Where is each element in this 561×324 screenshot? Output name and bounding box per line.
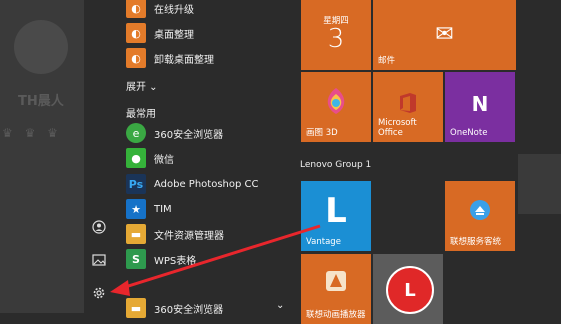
red-annotation-arrow <box>110 224 321 296</box>
